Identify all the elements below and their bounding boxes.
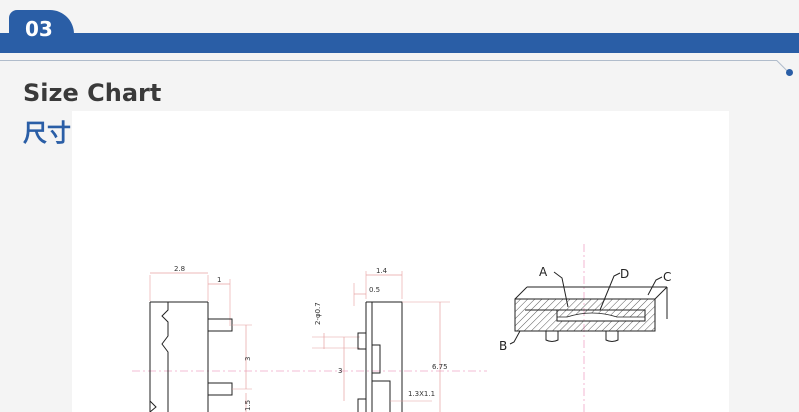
dim-0-5: 0.5: [369, 286, 380, 294]
leader-c: [647, 276, 663, 296]
leader-b: [509, 330, 521, 345]
section-number-badge: 03: [9, 10, 74, 46]
dim-2-8: 2.8: [174, 265, 185, 273]
label-a: A: [539, 265, 548, 279]
section-post-left: [545, 331, 559, 342]
left-pin-top: [208, 318, 233, 332]
section-post-right: [605, 331, 619, 342]
left-view: 2.8 1 3 1.5: [149, 265, 252, 412]
drawing-panel: 2.8 1 3 1.5 1.4 0.5 2-φ0.7 6.75 3 1.3X1.…: [72, 111, 729, 412]
header-band: [0, 33, 799, 53]
dim-1: 1: [217, 276, 221, 284]
dim-2-phi: 2-φ0.7: [314, 302, 322, 325]
header-rule-dot: [786, 69, 793, 76]
dimension-drawing: 2.8 1 3 1.5 1.4 0.5 2-φ0.7 6.75 3 1.3X1.…: [132, 244, 671, 412]
label-b: B: [499, 339, 507, 353]
dim-3-mid: 3: [338, 367, 342, 375]
left-pin-bottom: [208, 382, 233, 396]
section-spring: [556, 309, 646, 318]
dim-1-5: 1.5: [244, 400, 252, 411]
middle-post-top: [357, 332, 366, 350]
dim-1-4: 1.4: [376, 267, 388, 275]
middle-body-outline: [365, 301, 403, 412]
middle-terminal: [372, 380, 391, 412]
header-rule: [0, 60, 777, 61]
middle-view: 1.4 0.5 2-φ0.7 6.75 3 1.3X1.1: [312, 267, 450, 412]
label-d: D: [620, 267, 629, 281]
dim-1-3: 1.3X1.1: [408, 390, 435, 398]
middle-post-bottom: [357, 398, 366, 412]
label-c: C: [663, 270, 671, 284]
left-body-outline: [149, 301, 169, 412]
dim-3-left: 3: [244, 357, 252, 361]
section-view: A D C B: [499, 265, 671, 353]
dim-6-75: 6.75: [432, 363, 448, 371]
page-title: Size Chart: [23, 79, 162, 107]
